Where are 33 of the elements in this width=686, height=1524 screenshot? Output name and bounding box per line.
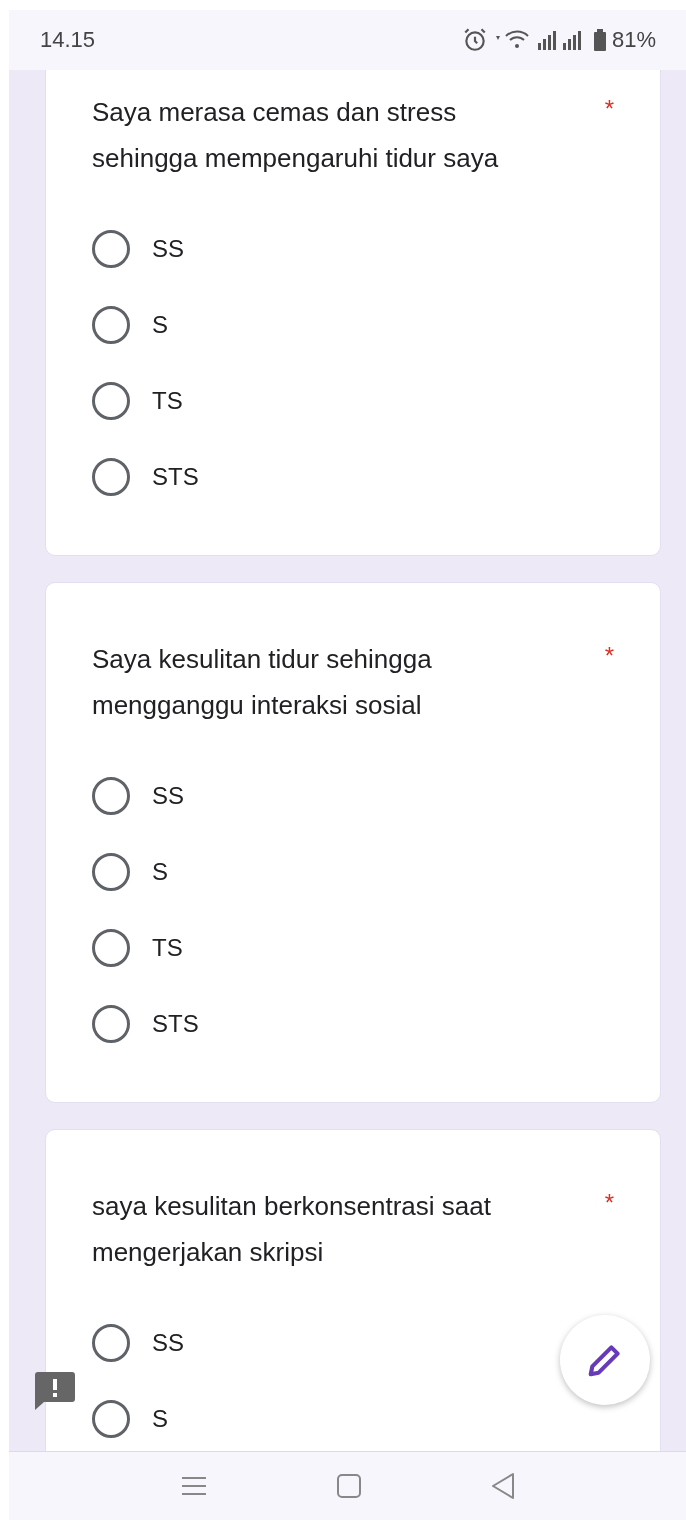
feedback-icon[interactable] — [35, 1372, 75, 1410]
required-mark: * — [604, 641, 614, 671]
radio-button[interactable] — [92, 458, 130, 496]
battery-percent: 81% — [611, 27, 656, 53]
question-text: saya kesulitan berkonsentrasi saat mengerjakan skripsi — [92, 1190, 492, 1269]
option-label: STS — [152, 463, 199, 491]
radio-button[interactable] — [92, 853, 130, 891]
option-label: SS — [152, 782, 184, 810]
triangle-icon — [489, 1472, 516, 1500]
required-mark: * — [604, 1188, 614, 1218]
radio-button[interactable] — [92, 230, 130, 268]
question-text: Saya kesulitan tidur sehingga mengganggu interaksi sosial — [92, 643, 433, 722]
radio-button[interactable] — [92, 929, 130, 967]
option-label: TS — [152, 387, 183, 415]
status-time: 14.15 — [40, 27, 96, 53]
option-label: S — [152, 311, 168, 339]
square-icon — [335, 1473, 362, 1499]
menu-icon — [179, 1474, 208, 1498]
option-label: SS — [152, 235, 184, 263]
battery-icon — [593, 29, 606, 51]
radio-button[interactable] — [92, 1400, 130, 1438]
radio-button[interactable] — [92, 1324, 130, 1362]
question-text: Saya merasa cemas dan stress sehingga mempengaruhi tidur saya — [92, 96, 500, 175]
option-label: S — [152, 858, 168, 886]
radio-button[interactable] — [92, 777, 130, 815]
option-label: SS — [152, 1329, 184, 1357]
option-label: S — [152, 1405, 168, 1433]
radio-button[interactable] — [92, 306, 130, 344]
option-label: STS — [152, 1010, 199, 1038]
option-label: TS — [152, 934, 183, 962]
required-mark: * — [604, 94, 614, 124]
radio-button[interactable] — [92, 1005, 130, 1043]
radio-button[interactable] — [92, 382, 130, 420]
